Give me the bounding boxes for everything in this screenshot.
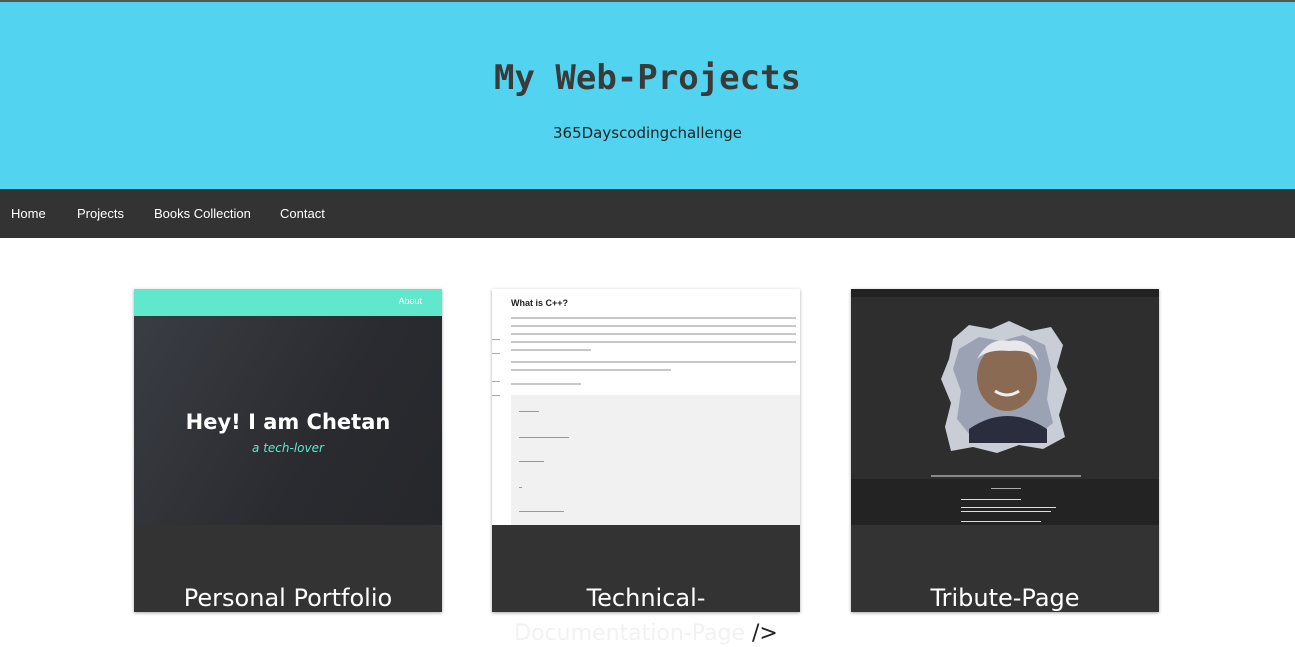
page-title: My Web-Projects	[493, 58, 802, 98]
thumbnail-heading: Hey! I am Chetan	[185, 410, 391, 434]
project-title[interactable]: Technical-	[492, 581, 800, 615]
sidebar-divider	[492, 353, 500, 354]
text-line	[511, 383, 581, 385]
thumbnail-topbar	[851, 289, 1159, 297]
list-item	[961, 499, 1021, 500]
timeline-section	[851, 479, 1159, 525]
sidebar-divider	[492, 395, 500, 396]
portfolio-thumbnail[interactable]: About Hey! I am Chetan a tech-lover	[134, 289, 442, 525]
text-line	[511, 333, 796, 335]
section-heading	[991, 488, 1021, 489]
project-title[interactable]: Tribute-Page	[851, 581, 1159, 615]
project-title[interactable]: Personal Portfolio	[134, 581, 442, 615]
list-item	[961, 521, 1041, 522]
text-line	[511, 361, 796, 363]
code-line	[519, 461, 544, 462]
list-item	[961, 507, 1056, 508]
code-line	[519, 487, 522, 488]
project-card-technical-documentation[interactable]: What is C++? Technical-	[492, 289, 800, 612]
sidebar-divider	[492, 339, 500, 340]
tribute-thumbnail[interactable]	[851, 289, 1159, 525]
thumbnail-tagline: a tech-lover	[252, 441, 324, 455]
nav-contact[interactable]: Contact	[280, 206, 325, 221]
thumbnail-heading: What is C++?	[511, 298, 569, 308]
image-caption	[931, 475, 1081, 477]
text-line	[511, 325, 796, 327]
text-line	[511, 317, 796, 319]
code-block	[511, 395, 800, 525]
overflowing-title-text: Documentation-Page />	[492, 621, 800, 646]
sidebar-divider	[492, 381, 500, 382]
list-item	[961, 511, 1051, 512]
main-nav: Home Projects Books Collection Contact	[0, 189, 1295, 238]
nav-books-collection[interactable]: Books Collection	[154, 206, 251, 221]
project-card-tribute[interactable]: Tribute-Page	[851, 289, 1159, 612]
text-line	[511, 369, 671, 371]
portrait-image	[941, 321, 1067, 453]
nav-projects[interactable]: Projects	[77, 206, 124, 221]
thumbnail-about-link: About	[398, 296, 422, 306]
thumbnail-navbar: About	[134, 289, 442, 316]
code-line	[519, 511, 564, 512]
stray-closing-tag: />	[751, 621, 778, 646]
project-title-overflow: Documentation-Page	[514, 621, 745, 646]
thumbnail-doc-page: What is C++?	[492, 289, 800, 525]
nav-home[interactable]: Home	[11, 206, 46, 221]
text-line	[511, 341, 796, 343]
code-line	[519, 411, 539, 412]
code-line	[519, 437, 569, 438]
page-subtitle: 365Dayscodingchallenge	[553, 124, 742, 142]
text-line	[511, 349, 591, 351]
page-header: My Web-Projects 365Dayscodingchallenge	[0, 0, 1295, 189]
technical-doc-thumbnail[interactable]: What is C++?	[492, 289, 800, 525]
project-card-portfolio[interactable]: About Hey! I am Chetan a tech-lover Pers…	[134, 289, 442, 612]
thumbnail-hero: Hey! I am Chetan a tech-lover	[134, 316, 442, 525]
